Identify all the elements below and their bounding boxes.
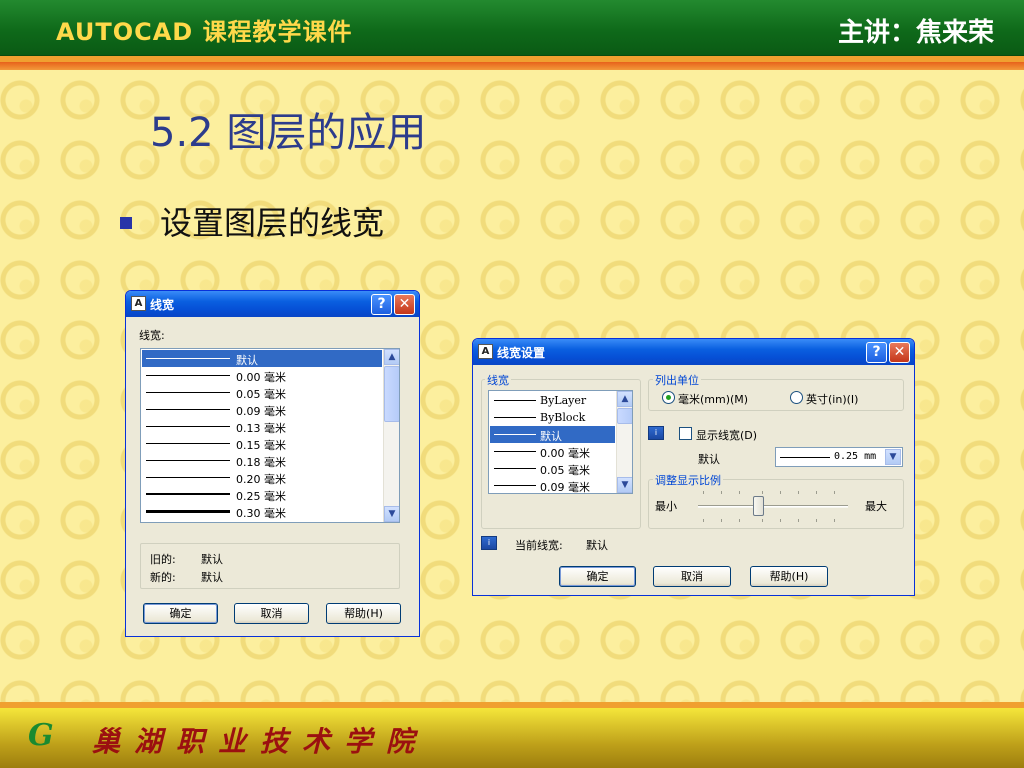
autocad-app-icon: A xyxy=(131,296,146,311)
new-label: 新的: xyxy=(150,571,176,584)
list-item[interactable]: 0.13 毫米 xyxy=(142,418,382,435)
list-item[interactable]: 0.30 毫米 xyxy=(142,503,382,520)
slide-title: 5.2 图层的应用 xyxy=(150,110,427,156)
lineweight-settings-dialog: A 线宽设置 ? ✕ 线宽 ByLayer ByBlock 默认 0.00 毫米… xyxy=(472,338,915,596)
old-value: 默认 xyxy=(201,553,223,566)
show-lineweight-label[interactable]: 显示线宽(D) xyxy=(696,427,757,443)
list-item[interactable]: 0.00 毫米 xyxy=(142,367,382,384)
slider-tick xyxy=(721,519,722,522)
dialog-title: 线宽设置 xyxy=(497,346,546,360)
slider-tick xyxy=(798,519,799,522)
scroll-up-icon[interactable]: ▲ xyxy=(384,349,399,365)
bullet-text: 设置图层的线宽 xyxy=(160,204,385,242)
list-scrollbar[interactable]: ▲ ▼ xyxy=(383,349,399,522)
unit-mm-label[interactable]: 毫米(mm)(M) xyxy=(678,391,748,407)
slider-tick xyxy=(798,491,799,494)
slider-tick xyxy=(739,519,740,522)
unit-in-label[interactable]: 英寸(in)(I) xyxy=(806,391,858,407)
list-item[interactable]: ByBlock xyxy=(490,409,615,426)
list-item[interactable]: 0.00 毫米 xyxy=(490,443,615,460)
lineweight-dialog: A 线宽 ? ✕ 线宽: 默认 0.00 毫米 0.05 毫米 0.09 毫米 … xyxy=(125,290,420,637)
slider-tick xyxy=(762,491,763,494)
current-lineweight-label: 当前线宽: xyxy=(515,539,563,552)
units-group-title: 列出单位 xyxy=(653,372,701,388)
slider-tick xyxy=(834,491,835,494)
new-value: 默认 xyxy=(201,571,223,584)
chevron-down-icon[interactable]: ▼ xyxy=(885,449,901,465)
school-name: 巢湖职业技术学院 xyxy=(92,725,429,758)
cancel-button[interactable]: 取消 xyxy=(234,603,309,624)
scale-slider-track[interactable] xyxy=(698,505,848,508)
dialog-titlebar: A 线宽设置 ? ✕ xyxy=(473,339,914,365)
lineweight-list-label: 线宽: xyxy=(139,329,165,342)
info-icon: i xyxy=(648,426,664,440)
slider-tick xyxy=(780,519,781,522)
header-bar: AUTOCAD 课程教学课件 主讲：焦来荣 xyxy=(0,0,1024,56)
list-item[interactable]: ByLayer xyxy=(490,392,615,409)
show-lineweight-checkbox[interactable] xyxy=(679,427,692,440)
slider-tick xyxy=(721,491,722,494)
slider-tick xyxy=(703,491,704,494)
info-icon: i xyxy=(481,536,497,550)
header-stripe-orange xyxy=(0,62,1024,70)
default-label: 默认 xyxy=(698,453,720,466)
bullet-marker xyxy=(120,217,132,229)
scale-slider-thumb[interactable] xyxy=(752,496,764,516)
slider-tick xyxy=(739,491,740,494)
current-lineweight-value: 默认 xyxy=(586,539,608,552)
unit-mm-radio[interactable] xyxy=(662,391,675,404)
scale-min-label: 最小 xyxy=(655,500,677,513)
list-scrollbar[interactable]: ▲ ▼ xyxy=(616,391,632,493)
ok-button[interactable]: 确定 xyxy=(143,603,218,624)
help-icon[interactable]: ? xyxy=(371,294,392,315)
cancel-button[interactable]: 取消 xyxy=(653,566,731,587)
slider-tick xyxy=(816,491,817,494)
ok-button[interactable]: 确定 xyxy=(559,566,636,587)
slider-tick xyxy=(762,519,763,522)
list-item[interactable]: 0.05 毫米 xyxy=(142,384,382,401)
scroll-down-icon[interactable]: ▼ xyxy=(384,506,399,522)
slider-tick xyxy=(780,491,781,494)
presenter-name: 主讲：焦来荣 xyxy=(837,18,994,48)
lineweight-group-title: 线宽 xyxy=(485,372,511,388)
autocad-app-icon: A xyxy=(478,344,493,359)
help-icon[interactable]: ? xyxy=(866,342,887,363)
lineweight-list[interactable]: 默认 0.00 毫米 0.05 毫米 0.09 毫米 0.13 毫米 0.15 … xyxy=(140,348,400,523)
scale-group-title: 调整显示比例 xyxy=(653,472,723,488)
old-label: 旧的: xyxy=(150,553,176,566)
default-lineweight-select[interactable]: 0.25 mm ▼ xyxy=(775,447,903,467)
scale-max-label: 最大 xyxy=(865,500,887,513)
list-item[interactable]: 0.18 毫米 xyxy=(142,452,382,469)
list-item[interactable]: 0.15 毫米 xyxy=(142,435,382,452)
list-item[interactable]: 默认 xyxy=(142,350,382,367)
slider-tick xyxy=(703,519,704,522)
lineweight-list[interactable]: ByLayer ByBlock 默认 0.00 毫米 0.05 毫米 0.09 … xyxy=(488,390,633,494)
course-title: AUTOCAD 课程教学课件 xyxy=(56,18,353,46)
scroll-thumb[interactable] xyxy=(384,366,399,422)
default-lineweight-value: 0.25 mm xyxy=(834,451,877,462)
list-item[interactable]: 默认 xyxy=(490,426,615,443)
list-item[interactable]: 0.05 毫米 xyxy=(490,460,615,477)
school-logo: G xyxy=(28,718,54,753)
list-item[interactable]: 0.09 毫米 xyxy=(490,477,615,493)
help-button[interactable]: 帮助(H) xyxy=(326,603,401,624)
list-item[interactable]: 0.25 毫米 xyxy=(142,486,382,503)
dialog-title: 线宽 xyxy=(150,298,175,312)
unit-in-radio[interactable] xyxy=(790,391,803,404)
list-item[interactable]: 0.20 毫米 xyxy=(142,469,382,486)
old-new-info: 旧的: 默认 新的: 默认 xyxy=(140,543,400,589)
close-icon[interactable]: ✕ xyxy=(889,342,910,363)
close-icon[interactable]: ✕ xyxy=(394,294,415,315)
slider-tick xyxy=(816,519,817,522)
slider-tick xyxy=(834,519,835,522)
scroll-thumb[interactable] xyxy=(617,408,632,424)
scroll-down-icon[interactable]: ▼ xyxy=(617,477,632,493)
help-button[interactable]: 帮助(H) xyxy=(750,566,828,587)
scroll-up-icon[interactable]: ▲ xyxy=(617,391,632,407)
dialog-titlebar: A 线宽 ? ✕ xyxy=(126,291,419,317)
list-item[interactable]: 0.09 毫米 xyxy=(142,401,382,418)
